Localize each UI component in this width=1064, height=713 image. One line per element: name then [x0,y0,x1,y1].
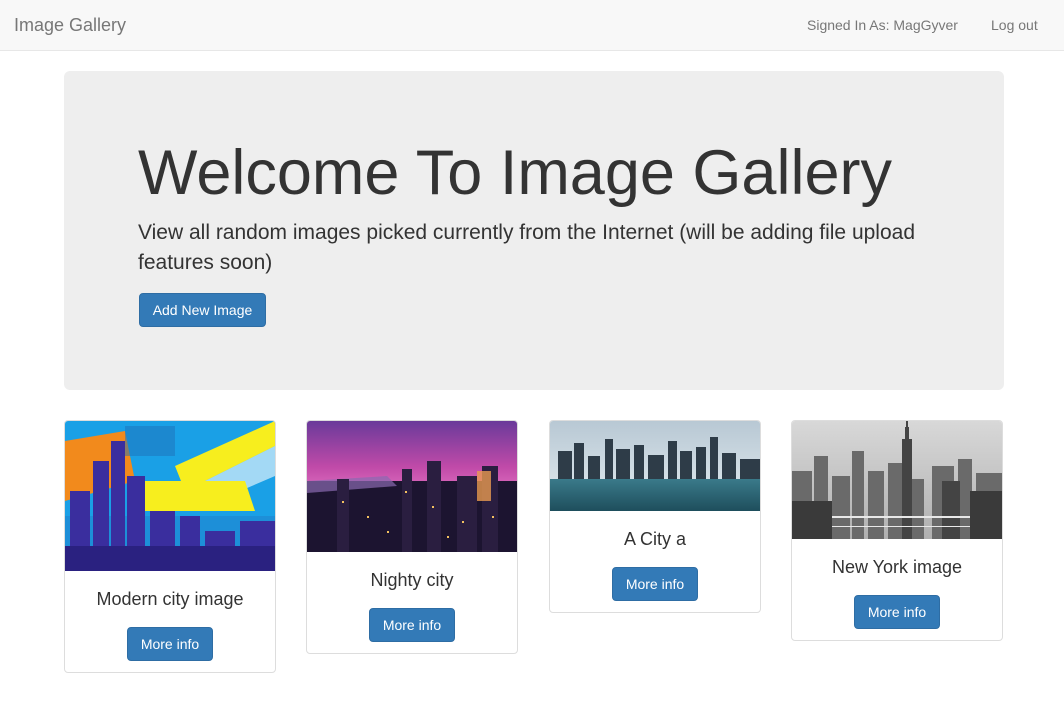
gallery-image[interactable] [550,421,760,511]
more-info-button[interactable]: More info [369,608,455,642]
gallery-title: A City a [623,529,687,549]
gallery-title: Nighty city [370,570,454,590]
gallery-card: Modern city image More info [64,420,276,673]
gallery-title: Modern city image [96,589,244,609]
gallery-image[interactable] [65,421,275,571]
gallery-title: New York image [831,557,963,577]
logout-link[interactable]: Log out [991,16,1038,34]
gallery-caption: Nighty city More info [307,552,517,653]
signed-in-status: Signed In As: MagGyver [807,17,958,33]
add-new-image-button[interactable]: Add New Image [139,293,266,327]
navbar-brand[interactable]: Image Gallery [14,14,126,36]
gallery-card: A City a More info [549,420,761,613]
gallery-caption: New York image More info [792,539,1002,640]
gallery-caption: Modern city image More info [65,571,275,672]
navbar: Image Gallery Signed In As: MagGyver Log… [0,0,1064,51]
page-title: Welcome To Image Gallery [138,138,892,208]
page-lead: View all random images picked currently … [138,221,916,274]
gallery-image[interactable] [307,421,517,552]
gallery-card: Nighty city More info [306,420,518,654]
more-info-button[interactable]: More info [127,627,213,661]
more-info-button[interactable]: More info [854,595,940,629]
gallery-card: New York image More info [791,420,1003,641]
jumbotron: Welcome To Image Gallery View all random… [64,71,1004,390]
gallery-caption: A City a More info [550,511,760,612]
more-info-button[interactable]: More info [612,567,698,601]
gallery-image[interactable] [792,421,1002,539]
